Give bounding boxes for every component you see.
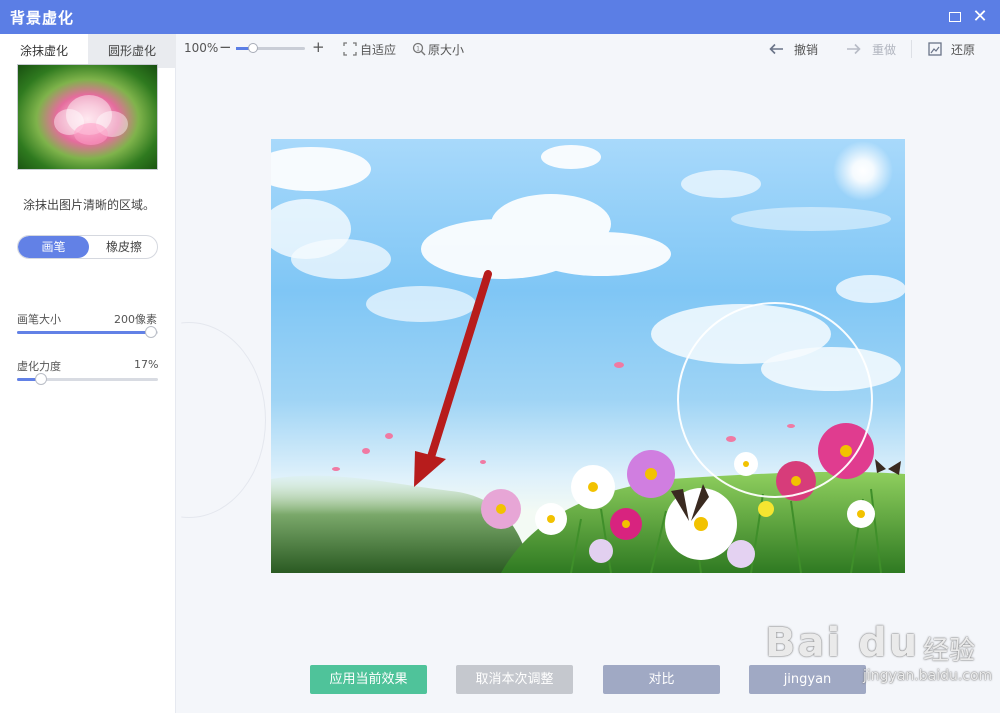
brush-size-value: 200像素 <box>114 313 157 326</box>
maximize-icon[interactable] <box>948 9 964 25</box>
compare-button[interactable]: 对比 <box>603 665 720 694</box>
cancel-adjustment-button[interactable]: 取消本次调整 <box>456 665 573 694</box>
original-size-button[interactable]: 原大小 <box>428 41 464 58</box>
zoom-out-icon[interactable]: − <box>219 38 232 56</box>
watermark-sub: 经验 <box>923 636 976 666</box>
fit-button[interactable]: 自适应 <box>360 41 396 58</box>
blur-strength-value: 17% <box>134 358 159 371</box>
apply-effect-button[interactable]: 应用当前效果 <box>310 665 427 694</box>
brush-cursor-circle <box>677 302 873 498</box>
close-icon[interactable]: ✕ <box>972 8 988 26</box>
brush-size-slider[interactable] <box>17 326 158 338</box>
blur-strength-handle[interactable] <box>34 373 47 385</box>
brush-mode-switch: 画笔 橡皮擦 <box>17 235 158 259</box>
undo-icon[interactable] <box>768 43 784 55</box>
brush-size-handle[interactable] <box>144 326 157 338</box>
brush-size-label: 画笔大小 <box>17 313 61 326</box>
brush-button[interactable]: 画笔 <box>18 236 89 258</box>
blur-strength-label: 虚化力度 <box>17 360 61 373</box>
mode-tabs: 涂抹虚化 圆形虚化 <box>0 34 176 68</box>
save-button[interactable]: jingyan <box>749 665 866 694</box>
zoom-in-icon[interactable]: + <box>312 38 325 56</box>
restore-icon[interactable] <box>928 42 942 56</box>
undo-button[interactable]: 撤销 <box>794 41 818 58</box>
eraser-button[interactable]: 橡皮擦 <box>89 236 157 258</box>
watermark-logo: Bai du <box>765 620 920 666</box>
watermark-url: jingyan.baidu.com <box>863 668 993 684</box>
fit-icon[interactable] <box>343 42 357 56</box>
title-bar: 背景虚化 ✕ <box>0 0 1000 34</box>
original-size-icon[interactable]: 1 <box>412 42 426 56</box>
redo-button[interactable]: 重做 <box>872 41 896 58</box>
blur-strength-slider[interactable] <box>17 373 158 385</box>
instruction-text: 涂抹出图片清晰的区域。 <box>23 198 156 212</box>
svg-text:1: 1 <box>416 45 420 52</box>
toolbar-divider <box>911 40 912 58</box>
redo-icon[interactable] <box>846 43 862 55</box>
tab-smear-blur[interactable]: 涂抹虚化 <box>0 34 88 68</box>
zoom-level: 100% <box>184 41 219 55</box>
preview-thumbnail <box>17 64 158 170</box>
window-title: 背景虚化 <box>10 9 75 27</box>
zoom-slider[interactable] <box>236 43 305 53</box>
restore-button[interactable]: 还原 <box>951 41 975 58</box>
tab-circle-blur[interactable]: 圆形虚化 <box>88 34 176 68</box>
brush-size-fill <box>17 331 151 334</box>
